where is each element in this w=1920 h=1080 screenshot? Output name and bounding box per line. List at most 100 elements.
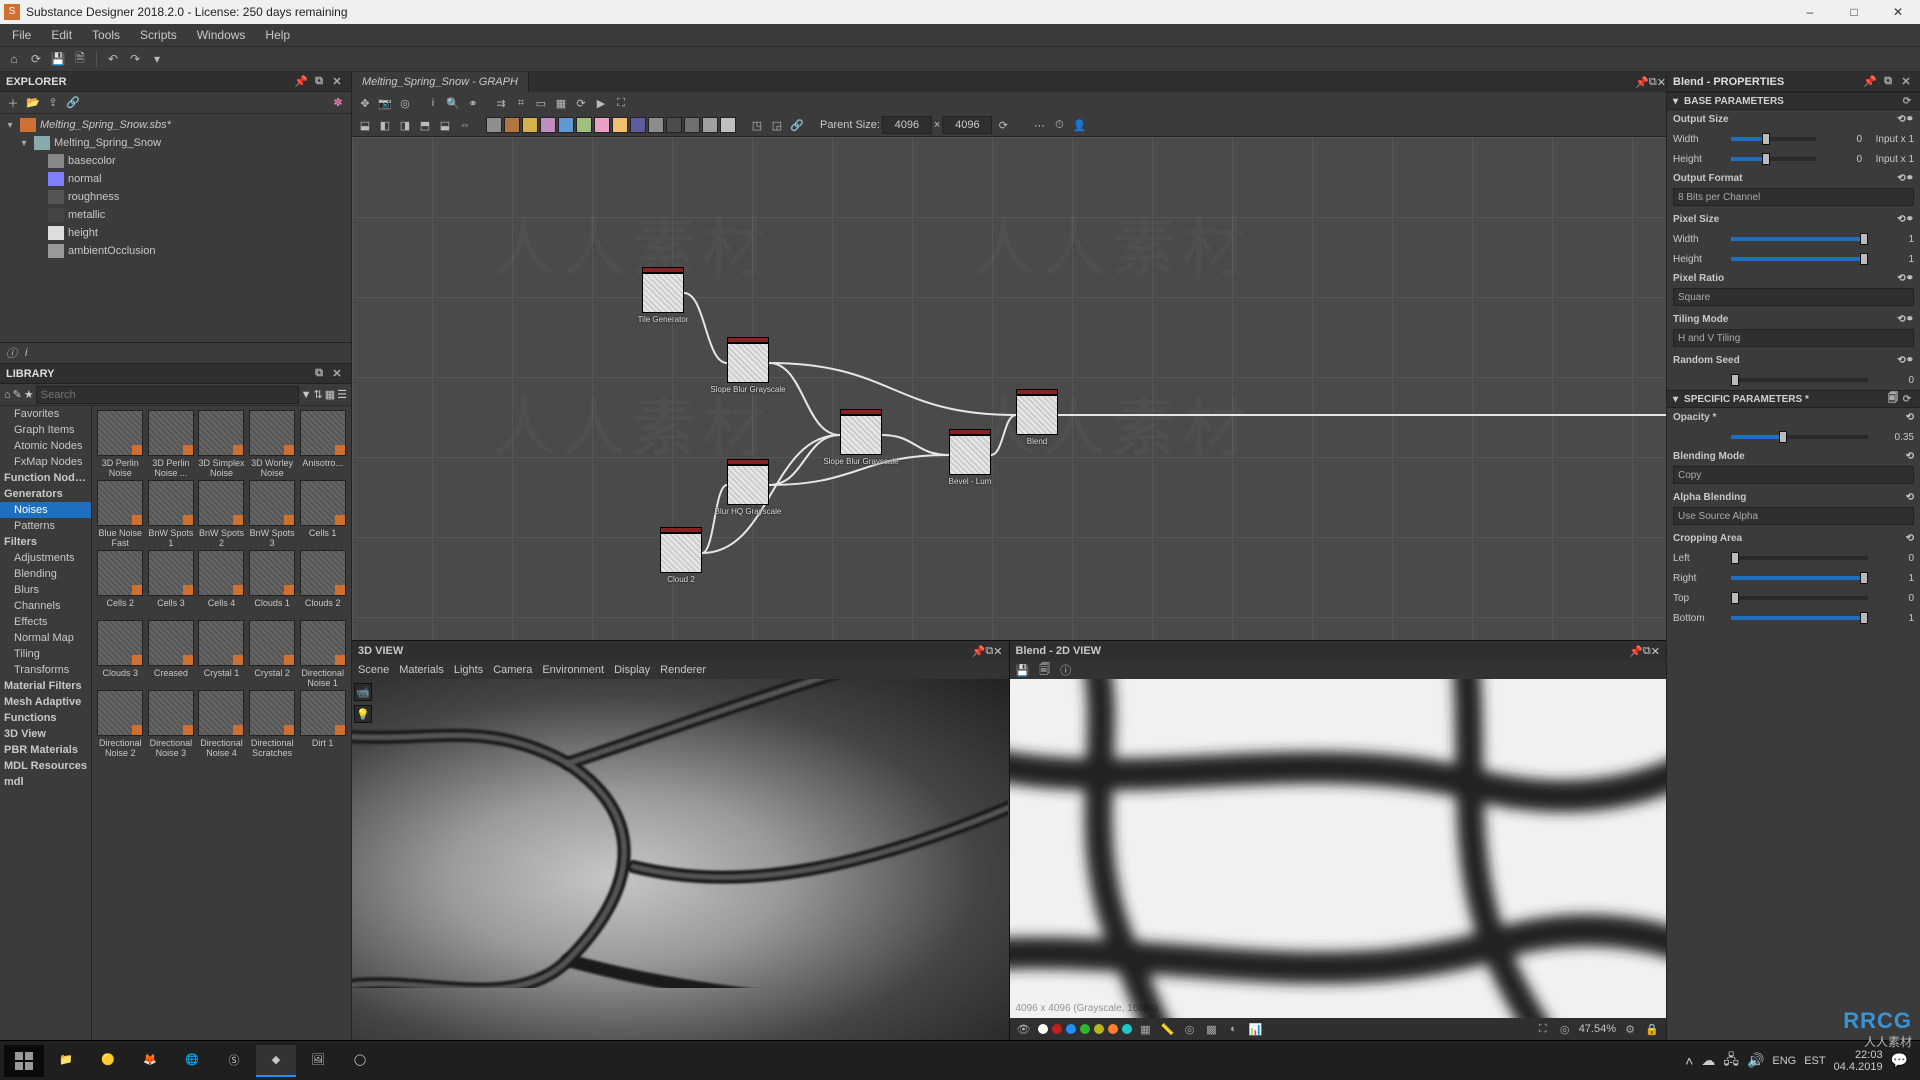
tray-notifications-icon[interactable]: 💬: [1891, 1052, 1908, 1069]
library-item[interactable]: 3D Simplex Noise: [197, 410, 246, 478]
vp3d-light-icon[interactable]: 💡: [354, 705, 372, 723]
view3d-menu-renderer[interactable]: Renderer: [660, 664, 706, 676]
library-search-input[interactable]: [36, 386, 299, 404]
view3d-menu-environment[interactable]: Environment: [542, 664, 604, 676]
vp2d-fit-icon[interactable]: ⛶: [1535, 1021, 1551, 1037]
gt-opt2-icon[interactable]: ◲: [768, 116, 786, 134]
menu-edit[interactable]: Edit: [41, 24, 82, 46]
random-seed-slider[interactable]: [1731, 378, 1868, 382]
library-tree-item[interactable]: Tiling: [0, 646, 91, 662]
link-icon[interactable]: ⚭: [1906, 273, 1914, 284]
channel-dot[interactable]: [1038, 1024, 1048, 1034]
channel-dot[interactable]: [1066, 1024, 1076, 1034]
library-tree-item[interactable]: Graph Items: [0, 422, 91, 438]
graph-tab[interactable]: Melting_Spring_Snow - GRAPH: [352, 72, 529, 92]
reset-icon[interactable]: ⟲: [1906, 533, 1914, 544]
library-item[interactable]: Clouds 1: [248, 550, 297, 618]
reset-icon[interactable]: ⟲: [1897, 214, 1905, 225]
crop-left-slider[interactable]: [1731, 556, 1868, 560]
panel-pin-icon[interactable]: 📌: [293, 74, 309, 90]
output-height-slider[interactable]: [1731, 157, 1816, 161]
library-item[interactable]: Clouds 3: [96, 620, 145, 688]
taskbar-substance[interactable]: ◆: [256, 1045, 296, 1077]
graph-node[interactable]: Blend: [1016, 389, 1058, 446]
taskbar-explorer[interactable]: 📁: [46, 1045, 86, 1077]
graph-node[interactable]: Slope Blur Grayscale: [840, 409, 882, 466]
tray-layout[interactable]: EST: [1804, 1055, 1825, 1067]
output-width-slider[interactable]: [1731, 137, 1816, 141]
graph-canvas[interactable]: 人人素材 人人素材 人人素材 人人素材 Tile GeneratorSlope …: [352, 137, 1666, 640]
library-tree-item[interactable]: Mesh Adaptive: [0, 694, 91, 710]
start-button[interactable]: [4, 1045, 44, 1077]
panel-popout-icon[interactable]: ⧉: [311, 74, 327, 90]
library-grid[interactable]: 3D Perlin Noise3D Perlin Noise ...3D Sim…: [92, 406, 351, 1040]
explorer-output-ao[interactable]: ambientOcclusion: [0, 242, 351, 260]
library-tree-item[interactable]: mdl: [0, 774, 91, 790]
gt-distribute-icon[interactable]: ⇔: [456, 116, 474, 134]
library-tree-item[interactable]: Normal Map: [0, 630, 91, 646]
panel-popout-icon[interactable]: ⧉: [985, 645, 993, 658]
panel-close-icon[interactable]: ✕: [329, 74, 345, 90]
gt-alignr-icon[interactable]: ◨: [396, 116, 414, 134]
channel-dot[interactable]: [1094, 1024, 1104, 1034]
library-item[interactable]: BnW Spots 3: [248, 480, 297, 548]
library-tree-item[interactable]: Material Filters: [0, 678, 91, 694]
panel-pin-icon[interactable]: 📌: [1862, 74, 1878, 90]
library-item[interactable]: BnW Spots 2: [197, 480, 246, 548]
alpha-blending-select[interactable]: Use Source Alpha: [1673, 507, 1914, 525]
lib-grid-icon[interactable]: ▦: [325, 388, 335, 401]
color-chip[interactable]: [486, 117, 502, 133]
color-chip[interactable]: [576, 117, 592, 133]
library-item[interactable]: Directional Noise 3: [147, 690, 196, 758]
library-item[interactable]: Directional Scratches: [248, 690, 297, 758]
library-tree-item[interactable]: Function Nodes: [0, 470, 91, 486]
link-icon[interactable]: ⚭: [1906, 114, 1914, 125]
vp2d-ruler-icon[interactable]: 📏: [1160, 1021, 1176, 1037]
tray-date[interactable]: 04.4.2019: [1834, 1061, 1883, 1073]
lib-fav-icon[interactable]: ★: [24, 388, 34, 401]
library-item[interactable]: Directional Noise 4: [197, 690, 246, 758]
system-tray[interactable]: ˄ ☁ 🖧 🔊 ENG EST 22:03 04.4.2019 💬: [1685, 1049, 1916, 1073]
gt-camera-icon[interactable]: 📷: [376, 94, 394, 112]
view3d-menu-scene[interactable]: Scene: [358, 664, 389, 676]
gt-play-icon[interactable]: ▶: [592, 94, 610, 112]
gt-share-icon[interactable]: ⚭: [464, 94, 482, 112]
window-minimize-button[interactable]: –: [1788, 0, 1832, 24]
vp2d-histogram-icon[interactable]: 📊: [1248, 1021, 1264, 1037]
explorer-new-icon[interactable]: ＋: [4, 94, 22, 112]
library-item[interactable]: Directional Noise 1: [298, 620, 347, 688]
explorer-export-icon[interactable]: ⇪: [44, 94, 62, 112]
library-tree-item[interactable]: 3D View: [0, 726, 91, 742]
explorer-output-basecolor[interactable]: basecolor: [0, 152, 351, 170]
library-item[interactable]: Crystal 2: [248, 620, 297, 688]
dropdown-icon[interactable]: ▾: [147, 49, 167, 69]
menu-scripts[interactable]: Scripts: [130, 24, 187, 46]
tray-sound-icon[interactable]: 🔊: [1747, 1052, 1764, 1069]
crop-top-slider[interactable]: [1731, 596, 1868, 600]
vp2d-gear-icon[interactable]: ⚙: [1622, 1021, 1638, 1037]
color-chip[interactable]: [612, 117, 628, 133]
library-tree-item[interactable]: Noises: [0, 502, 91, 518]
channel-dot[interactable]: [1108, 1024, 1118, 1034]
library-item[interactable]: 3D Perlin Noise ...: [147, 410, 196, 478]
crop-right-slider[interactable]: [1731, 576, 1868, 580]
library-tree-item[interactable]: Functions: [0, 710, 91, 726]
lib-filter-icon[interactable]: ▼: [301, 389, 312, 401]
reset-icon[interactable]: ⟲: [1897, 114, 1905, 125]
panel-popout-icon[interactable]: ⧉: [1880, 74, 1896, 90]
vp2d-eye-icon[interactable]: 👁: [1016, 1021, 1032, 1037]
view3d-menu-camera[interactable]: Camera: [493, 664, 532, 676]
info-icon-1[interactable]: ⓘ: [6, 345, 17, 361]
window-close-button[interactable]: ✕: [1876, 0, 1920, 24]
taskbar-chrome[interactable]: 🟡: [88, 1045, 128, 1077]
graph-node[interactable]: Slope Blur Grayscale: [727, 337, 769, 394]
color-chip[interactable]: [720, 117, 736, 133]
explorer-output-normal[interactable]: normal: [0, 170, 351, 188]
pixel-height-slider[interactable]: [1731, 257, 1868, 261]
explorer-file-row[interactable]: ▾ Melting_Spring_Snow.sbs*: [0, 116, 351, 134]
gt-group-icon[interactable]: ▭: [532, 94, 550, 112]
menu-help[interactable]: Help: [255, 24, 300, 46]
reset-icon[interactable]: ⟲: [1906, 492, 1914, 503]
panel-pin-icon[interactable]: 📌: [972, 645, 986, 658]
opacity-slider[interactable]: [1731, 435, 1868, 439]
